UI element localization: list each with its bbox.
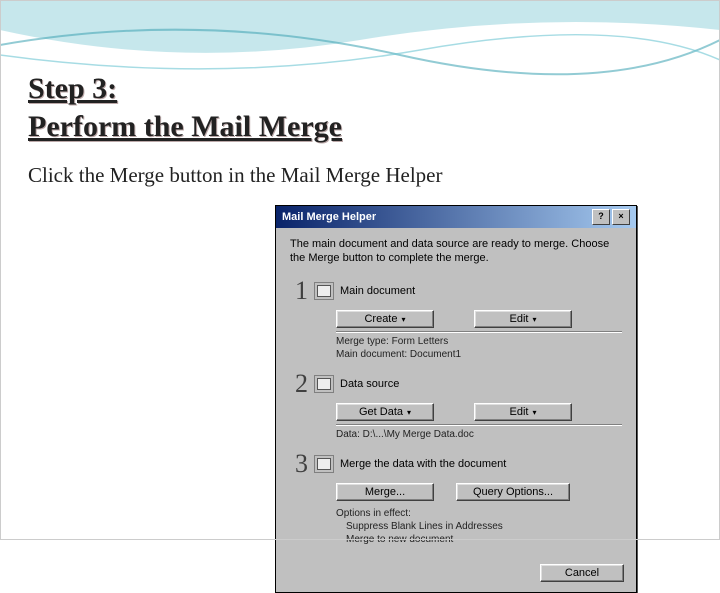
section-label-3: Merge the data with the document (340, 458, 506, 470)
edit-main-button[interactable]: Edit (474, 310, 572, 328)
section-number-1: 1 (290, 276, 308, 306)
slide-content: Step 3: Perform the Mail Merge Click the… (0, 0, 720, 188)
edit-data-button[interactable]: Edit (474, 403, 572, 421)
section-2-info: Data: D:\...\My Merge Data.doc (336, 424, 622, 441)
cancel-button[interactable]: Cancel (540, 564, 624, 582)
section-number-2: 2 (290, 369, 308, 399)
folder-icon (314, 375, 334, 393)
merge-button[interactable]: Merge... (336, 483, 434, 501)
mail-merge-helper-dialog: Mail Merge Helper ? × The main document … (275, 205, 637, 593)
merge-icon (314, 455, 334, 473)
close-button[interactable]: × (612, 209, 630, 225)
section-label-1: Main document (340, 285, 415, 297)
title-line-2: Perform the Mail Merge (28, 110, 342, 143)
query-options-button[interactable]: Query Options... (456, 483, 570, 501)
options-heading: Options in effect: (336, 507, 622, 520)
dialog-title: Mail Merge Helper (282, 211, 592, 223)
option-line-1: Suppress Blank Lines in Addresses (346, 520, 622, 533)
merge-type-line: Merge type: Form Letters (336, 335, 622, 348)
help-button[interactable]: ? (592, 209, 610, 225)
document-icon (314, 282, 334, 300)
section-data-source: 2 Data source Get Data Edit Data: D:\...… (290, 369, 622, 441)
data-path-line: Data: D:\...\My Merge Data.doc (336, 428, 622, 441)
dialog-body: The main document and data source are re… (276, 228, 636, 558)
get-data-button[interactable]: Get Data (336, 403, 434, 421)
section-main-document: 1 Main document Create Edit Merge type: … (290, 276, 622, 361)
section-label-2: Data source (340, 378, 399, 390)
section-merge: 3 Merge the data with the document Merge… (290, 449, 622, 546)
option-line-2: Merge to new document (346, 533, 622, 546)
create-button[interactable]: Create (336, 310, 434, 328)
main-document-line: Main document: Document1 (336, 348, 622, 361)
slide-title: Step 3: Perform the Mail Merge (28, 70, 692, 145)
title-line-1: Step 3: (28, 72, 117, 105)
dialog-message: The main document and data source are re… (290, 238, 622, 266)
section-number-3: 3 (290, 449, 308, 479)
instruction-text: Click the Merge button in the Mail Merge… (28, 163, 468, 188)
section-1-info: Merge type: Form Letters Main document: … (336, 331, 622, 361)
dialog-titlebar[interactable]: Mail Merge Helper ? × (276, 206, 636, 228)
